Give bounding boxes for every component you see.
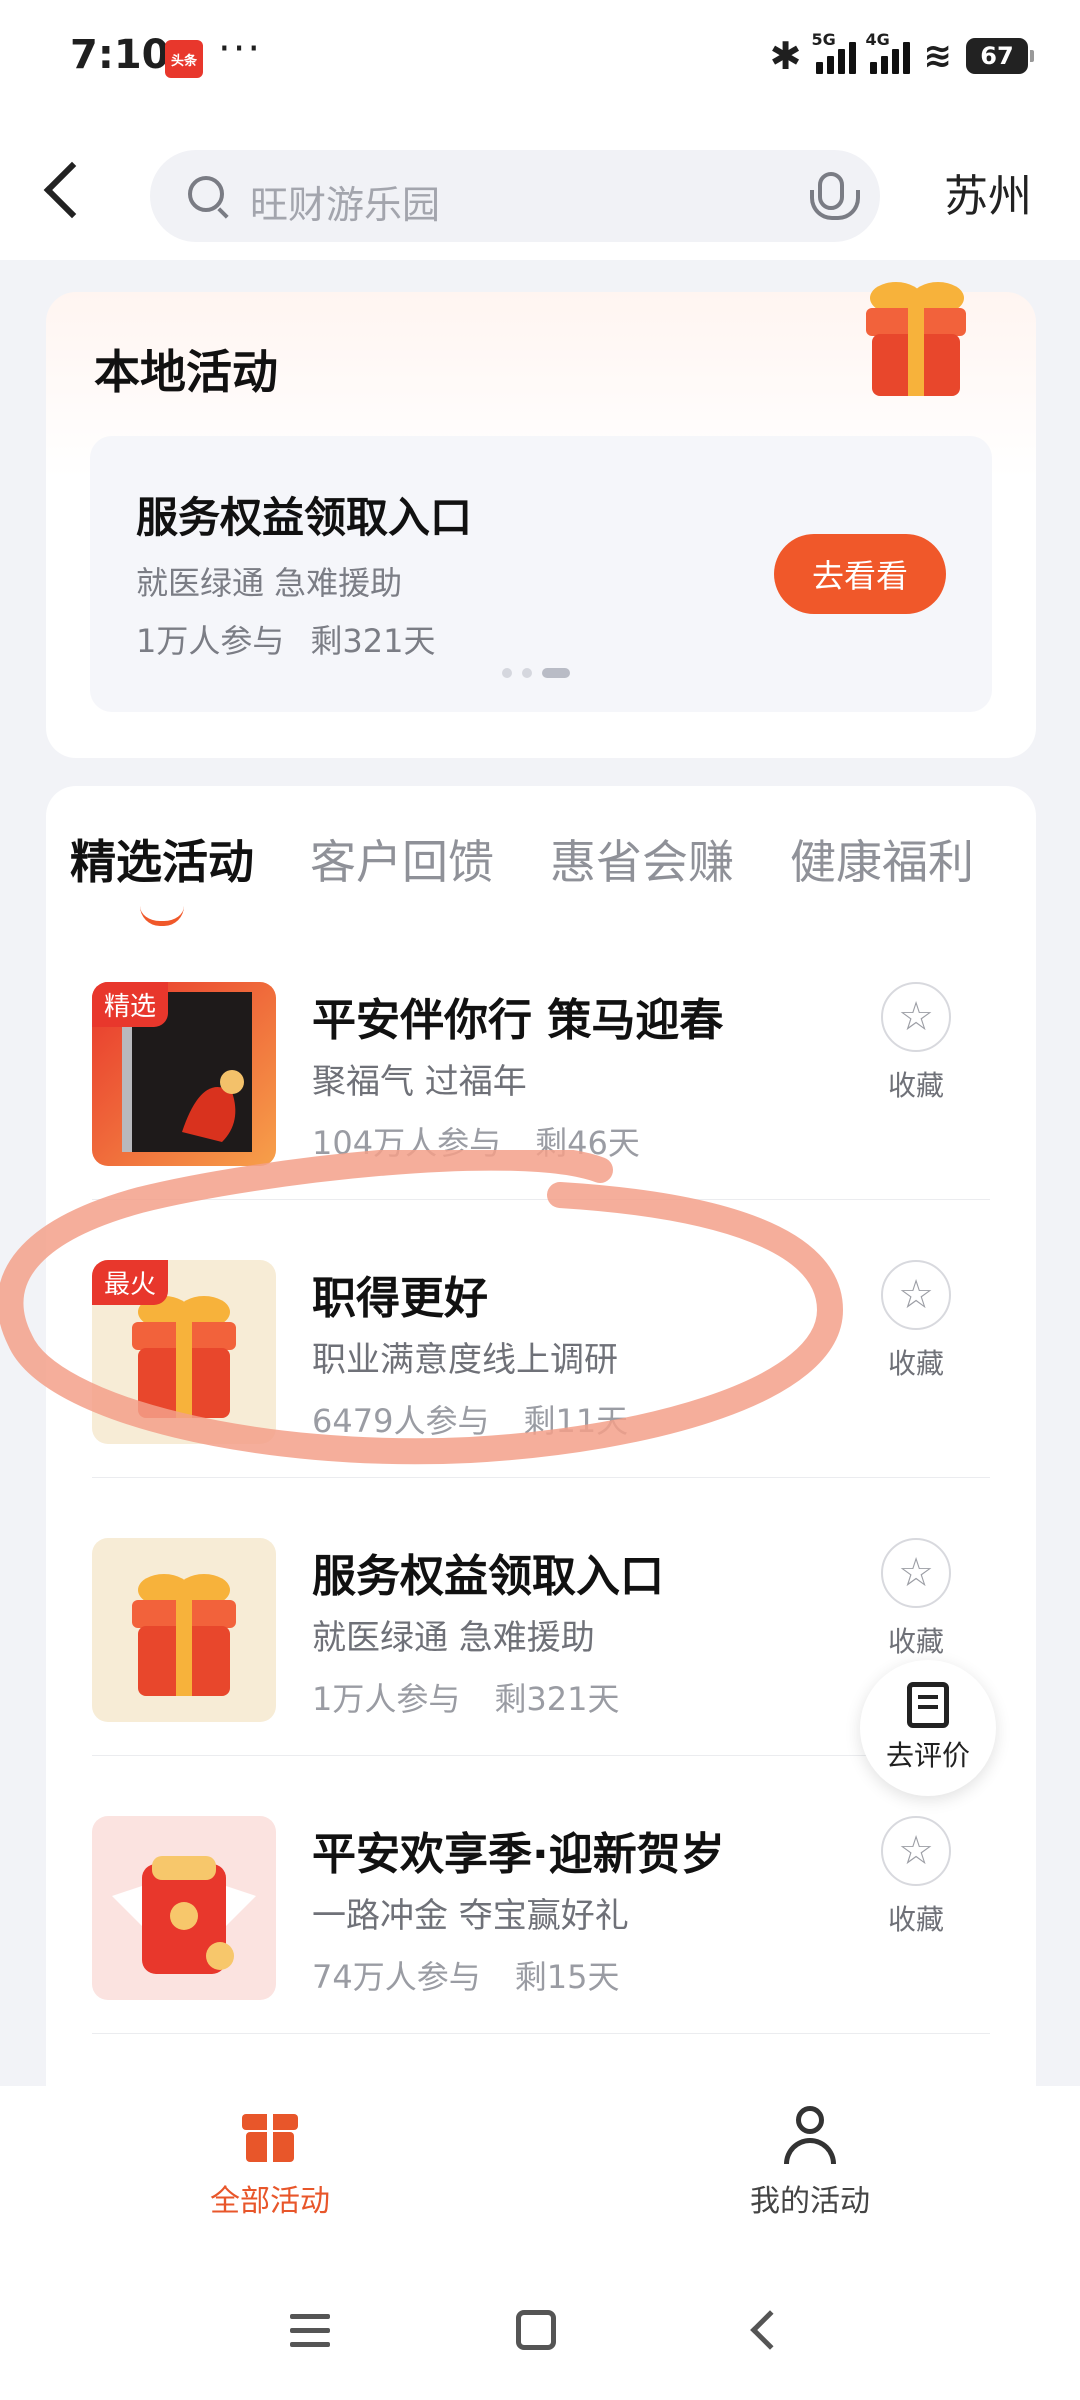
item-remaining: 剩321天 (494, 1680, 620, 1718)
item-participants: 1万人参与 (312, 1680, 461, 1718)
wifi-icon: ≋ (923, 36, 953, 76)
featured-remaining: 剩321天 (310, 622, 436, 660)
evaluate-label: 去评价 (885, 1739, 970, 1772)
item-badge: 精选 (92, 982, 169, 1027)
tab-health-benefits[interactable]: 健康福利 (790, 826, 974, 892)
favorite-label: 收藏 (887, 1625, 944, 1658)
featured-subtitle: 就医绿通 急难援助 (136, 564, 403, 602)
star-icon: ☆ (881, 1538, 951, 1608)
star-icon: ☆ (881, 1816, 951, 1886)
item-title: 服务权益领取入口 (312, 1551, 664, 1602)
signal-5g-tag: 5G (811, 30, 836, 49)
search-icon (188, 176, 224, 212)
item-thumbnail (92, 1538, 276, 1722)
item-title: 平安伴你行 策马迎春 (312, 995, 724, 1046)
list-item[interactable]: 平安欢享季·迎新贺岁 一路冲金 夺宝赢好礼 74万人参与 剩15天 ☆ 收藏 (46, 1756, 1036, 2034)
more-notifications-icon: ··· (218, 26, 263, 72)
favorite-button[interactable]: ☆ 收藏 (856, 982, 976, 1104)
signal-4g-icon: 4G (866, 30, 910, 74)
item-thumbnail: 最火 (92, 1260, 276, 1444)
tab-save-earn[interactable]: 惠省会赚 (550, 826, 734, 892)
nav-all-activities[interactable]: 全部活动 (120, 2106, 420, 2220)
item-subtitle: 一路冲金 夺宝赢好礼 (312, 1896, 629, 1936)
search-bar[interactable]: 旺财游乐园 (150, 150, 880, 242)
item-remaining: 剩11天 (523, 1402, 629, 1440)
signal-4g-tag: 4G (865, 30, 890, 49)
search-placeholder: 旺财游乐园 (250, 183, 441, 227)
favorite-label: 收藏 (887, 1069, 944, 1102)
item-thumbnail (92, 1816, 276, 2000)
system-navigation-bar (0, 2266, 1080, 2400)
local-activities-title: 本地活动 (94, 345, 278, 399)
home-icon[interactable] (516, 2310, 556, 2350)
item-title: 平安欢享季·迎新贺岁 (312, 1829, 725, 1880)
bottom-navigation: 全部活动 我的活动 (0, 2086, 1080, 2266)
item-subtitle: 职业满意度线上调研 (312, 1340, 618, 1380)
list-item[interactable]: 最火 职得更好 职业满意度线上调研 6479人参与 剩11天 ☆ 收藏 (46, 1200, 1036, 1478)
carousel-indicator (502, 668, 570, 678)
favorite-button[interactable]: ☆ 收藏 (856, 1260, 976, 1382)
item-title: 职得更好 (312, 1273, 488, 1324)
tab-featured-label: 精选活动 (70, 835, 254, 889)
category-tabs: 精选活动 客户回馈 惠省会赚 健康福利 (70, 826, 974, 926)
status-bar: 7:10 头条 ··· ✱ 5G 4G ≋ 67 (0, 0, 1080, 120)
battery-icon: 67 (966, 38, 1034, 74)
item-meta: 6479人参与 剩11天 (312, 1396, 628, 1442)
top-header: 旺财游乐园 苏州 (0, 120, 1080, 260)
item-participants: 6479人参与 (312, 1402, 490, 1440)
item-remaining: 剩46天 (535, 1124, 640, 1162)
favorite-button[interactable]: ☆ 收藏 (856, 1816, 976, 1938)
city-selector[interactable]: 苏州 (944, 160, 1032, 224)
featured-meta: 1万人参与 剩321天 (136, 616, 435, 662)
gift-box-icon (132, 1574, 236, 1696)
favorite-label: 收藏 (887, 1903, 944, 1936)
item-meta: 104万人参与 剩46天 (312, 1118, 640, 1164)
menu-icon[interactable] (290, 2314, 330, 2356)
nav-my-activities[interactable]: 我的活动 (660, 2106, 960, 2220)
favorite-button[interactable]: ☆ 收藏 (856, 1538, 976, 1660)
featured-service-card[interactable]: 服务权益领取入口 就医绿通 急难援助 1万人参与 剩321天 去看看 (90, 436, 992, 712)
item-badge: 最火 (92, 1260, 169, 1305)
featured-title: 服务权益领取入口 (136, 493, 473, 542)
item-thumbnail: 精选 (92, 982, 276, 1166)
favorite-label: 收藏 (887, 1347, 944, 1380)
signal-5g-icon: 5G (812, 30, 856, 74)
item-meta: 74万人参与 剩15天 (312, 1952, 619, 1998)
item-remaining: 剩15天 (514, 1958, 620, 1996)
back-icon[interactable] (750, 2310, 790, 2350)
tab-customer-rewards[interactable]: 客户回馈 (310, 826, 494, 892)
status-time: 7:10 (70, 32, 170, 78)
status-icons: ✱ 5G 4G ≋ 67 (769, 30, 1034, 78)
item-subtitle: 就医绿通 急难援助 (312, 1618, 595, 1658)
divider (92, 2033, 990, 2034)
user-icon (782, 2106, 838, 2164)
item-subtitle: 聚福气 过福年 (312, 1062, 527, 1102)
gift-icon (242, 2106, 298, 2162)
back-arrow-icon[interactable] (43, 161, 101, 219)
tab-featured[interactable]: 精选活动 (70, 826, 254, 926)
microphone-icon[interactable] (810, 172, 860, 220)
bluetooth-icon: ✱ (769, 34, 802, 78)
gift-box-icon (866, 282, 966, 396)
nav-all-label: 全部活动 (210, 2184, 330, 2219)
item-participants: 74万人参与 (312, 1958, 481, 1996)
red-envelope-icon (112, 1856, 256, 1974)
go-see-button[interactable]: 去看看 (774, 534, 946, 614)
star-icon: ☆ (881, 982, 951, 1052)
toutiao-app-icon: 头条 (165, 40, 203, 78)
local-activities-card: 本地活动 服务权益领取入口 就医绿通 急难援助 1万人参与 剩321天 去看看 (46, 282, 1036, 758)
list-item[interactable]: 精选 平安伴你行 策马迎春 聚福气 过福年 104万人参与 剩46天 ☆ 收藏 (46, 922, 1036, 1200)
item-participants: 104万人参与 (312, 1124, 502, 1162)
feedback-icon (907, 1682, 949, 1728)
nav-mine-label: 我的活动 (750, 2184, 870, 2219)
evaluate-button[interactable]: 去评价 (860, 1660, 996, 1796)
item-meta: 1万人参与 剩321天 (312, 1674, 619, 1720)
featured-participants: 1万人参与 (136, 622, 285, 660)
star-icon: ☆ (881, 1260, 951, 1330)
activity-list-card: 精选活动 客户回馈 惠省会赚 健康福利 精选 平安伴你行 策马迎春 聚福气 过福… (46, 786, 1036, 2086)
